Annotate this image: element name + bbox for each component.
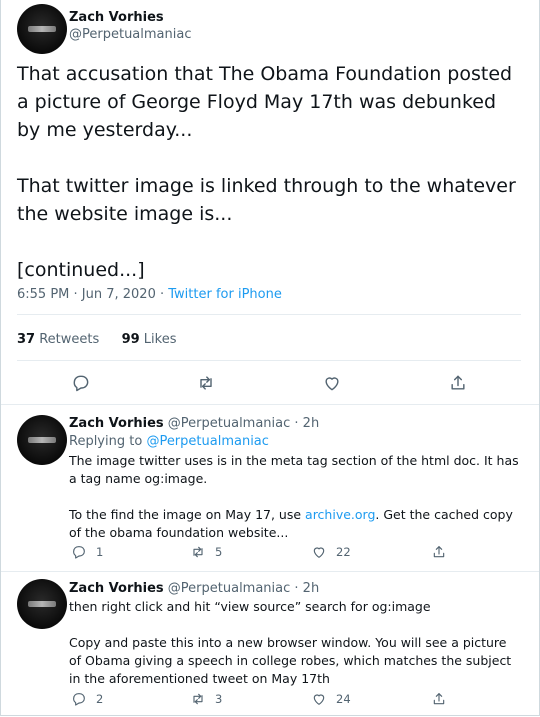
share-icon	[433, 693, 445, 705]
tweet-paragraph: That accusation that The Obama Foundatio…	[17, 63, 513, 141]
author-name[interactable]: Zach Vorhies	[69, 416, 164, 431]
heart-icon	[313, 694, 325, 705]
avatar[interactable]	[17, 4, 67, 54]
divider	[1, 404, 539, 405]
author-name[interactable]: Zach Vorhies	[69, 581, 164, 596]
retweet-button[interactable]: 3	[190, 691, 222, 707]
tweet-thread: Zach Vorhies @Perpetualmaniac That accus…	[0, 0, 540, 716]
tweet-text: That accusation that The Obama Foundatio…	[17, 60, 522, 284]
avatar-logo	[28, 437, 56, 443]
speech-bubble-icon	[73, 693, 85, 706]
reply-text-fragment: To the find the image on May 17, use	[69, 507, 306, 522]
reply-header: Zach Vorhies @Perpetualmaniac · 2h	[69, 416, 319, 431]
share-icon	[451, 375, 465, 390]
like-button[interactable]: 22	[311, 544, 351, 560]
replying-to: Replying to @Perpetualmaniac	[69, 434, 269, 449]
avatar[interactable]	[17, 415, 67, 465]
reply-button[interactable]: 1	[71, 544, 103, 560]
author-handle[interactable]: @Perpetualmaniac	[69, 27, 191, 42]
share-button[interactable]	[431, 691, 456, 707]
retweet-button[interactable]	[195, 372, 217, 394]
reply-paragraph: To the find the image on May 17, use arc…	[69, 506, 521, 542]
archive-link[interactable]: archive.org	[305, 507, 375, 522]
share-button[interactable]	[431, 544, 456, 560]
divider	[17, 360, 521, 361]
share-icon	[433, 546, 445, 558]
retweet-count: 5	[215, 545, 223, 559]
retweet-button[interactable]: 5	[190, 544, 222, 560]
like-count: 22	[336, 545, 351, 559]
like-count: 99	[121, 332, 140, 347]
avatar-logo	[28, 26, 56, 32]
avatar[interactable]	[17, 579, 67, 629]
reply-text: The image twitter uses is in the meta ta…	[69, 452, 521, 542]
heart-icon	[313, 547, 325, 558]
retweets-label: Retweets	[39, 332, 100, 347]
like-button[interactable]: 24	[311, 691, 351, 707]
tweet-source-link[interactable]: Twitter for iPhone	[168, 287, 282, 302]
divider	[1, 571, 539, 572]
reply-paragraph: Copy and paste this into a new browser w…	[69, 635, 512, 686]
author-handle[interactable]: @Perpetualmaniac · 2h	[168, 416, 319, 431]
author-name[interactable]: Zach Vorhies	[69, 10, 164, 25]
retweet-icon	[193, 693, 203, 705]
like-button[interactable]	[321, 372, 343, 394]
likes-label: Likes	[143, 332, 177, 347]
speech-bubble-icon	[73, 546, 85, 559]
replying-label: Replying to	[69, 434, 147, 449]
heart-icon	[325, 377, 339, 391]
reply-count: 2	[96, 692, 104, 706]
tweet-paragraph[interactable]: [continued...]	[17, 256, 522, 284]
retweet-count: 3	[215, 692, 223, 706]
tweet-meta: 6:55 PM · Jun 7, 2020 · Twitter for iPho…	[17, 287, 282, 302]
reply-button[interactable]: 2	[71, 691, 103, 707]
reply-paragraph: The image twitter uses is in the meta ta…	[69, 453, 519, 486]
likes-link[interactable]: 99 Likes	[122, 332, 177, 347]
mention-link[interactable]: @Perpetualmaniac	[146, 434, 268, 449]
retweet-count: 37	[17, 332, 36, 347]
reply-header: Zach Vorhies @Perpetualmaniac · 2h	[69, 581, 319, 596]
tweet-timestamp[interactable]: 6:55 PM · Jun 7, 2020 ·	[17, 287, 168, 302]
reply-paragraph: then right click and hit “view source” s…	[69, 599, 431, 614]
like-count: 24	[336, 692, 351, 706]
divider	[17, 314, 521, 315]
retweets-link[interactable]: 37 Retweets	[17, 332, 99, 347]
share-button[interactable]	[447, 372, 469, 394]
reply-count: 1	[96, 545, 104, 559]
retweet-icon	[193, 546, 203, 558]
speech-bubble-icon	[73, 375, 89, 392]
reply-button[interactable]	[70, 372, 92, 394]
engagement-counts: 37 Retweets 99 Likes	[17, 332, 177, 347]
author-handle[interactable]: @Perpetualmaniac · 2h	[168, 581, 319, 596]
reply-text: then right click and hit “view source” s…	[69, 598, 521, 688]
avatar-logo	[28, 601, 56, 607]
retweet-icon	[200, 376, 212, 390]
tweet-paragraph: That twitter image is linked through to …	[17, 175, 516, 225]
